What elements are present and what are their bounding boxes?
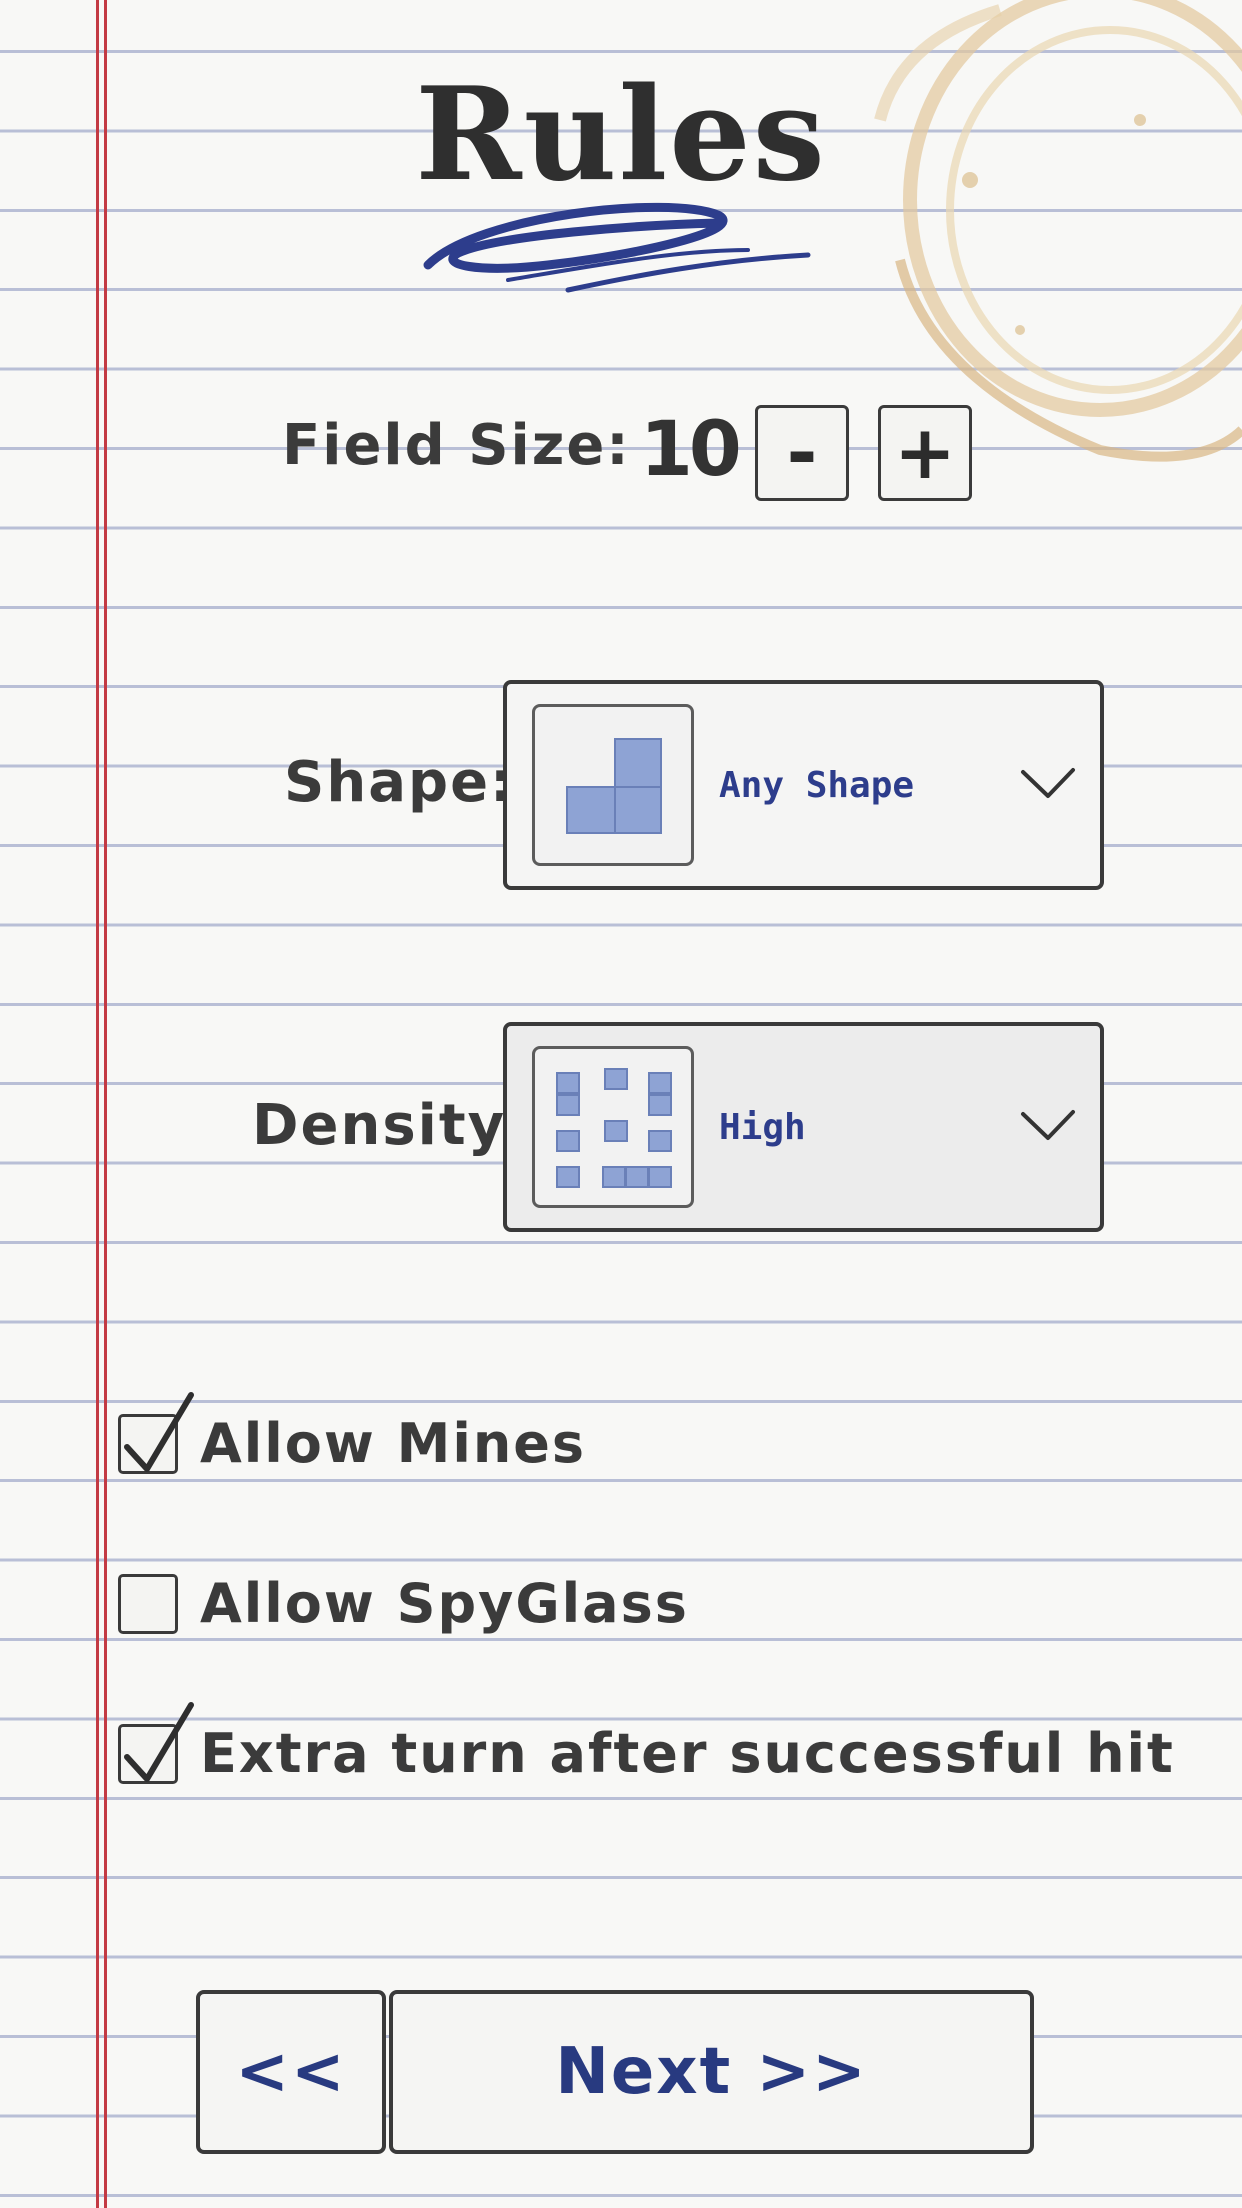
- chevron-down-icon: [1021, 1110, 1075, 1140]
- allow-spyglass-label: Allow SpyGlass: [200, 1572, 689, 1635]
- shape-label: Shape:: [284, 750, 515, 815]
- checkmark-icon: [124, 1701, 194, 1782]
- minus-icon: -: [786, 410, 818, 496]
- page-title: Rules: [415, 60, 827, 210]
- chevron-down-icon: [1021, 768, 1075, 798]
- extra-turn-label: Extra turn after successful hit: [200, 1722, 1175, 1785]
- density-high-icon: [556, 1068, 672, 1188]
- density-thumbnail: [532, 1046, 694, 1208]
- margin-line: [104, 0, 107, 2208]
- shape-dropdown[interactable]: Any Shape: [503, 680, 1104, 890]
- allow-mines-option[interactable]: Allow Mines: [118, 1391, 587, 1475]
- field-size-increase-button[interactable]: +: [878, 405, 972, 501]
- next-button[interactable]: Next >>: [389, 1990, 1034, 2154]
- shape-selected-value: Any Shape: [719, 764, 915, 806]
- title-underline-scribble: [423, 202, 811, 293]
- field-size-label: Field Size:: [282, 413, 631, 478]
- density-selected-value: High: [719, 1106, 806, 1148]
- allow-mines-label: Allow Mines: [200, 1412, 587, 1475]
- extra-turn-checkbox[interactable]: [118, 1701, 194, 1784]
- field-size-value: 10: [640, 404, 742, 493]
- any-shape-icon: [566, 738, 662, 834]
- shape-thumbnail: [532, 704, 694, 866]
- allow-spyglass-checkbox[interactable]: [118, 1573, 178, 1634]
- allow-spyglass-option[interactable]: Allow SpyGlass: [118, 1572, 689, 1635]
- checkmark-icon: [124, 1391, 194, 1472]
- density-label: Density:: [252, 1093, 531, 1158]
- field-size-decrease-button[interactable]: -: [755, 405, 849, 501]
- margin-line: [96, 0, 99, 2208]
- density-dropdown[interactable]: High: [503, 1022, 1104, 1232]
- plus-icon: +: [893, 410, 956, 496]
- allow-mines-checkbox[interactable]: [118, 1391, 194, 1474]
- extra-turn-option[interactable]: Extra turn after successful hit: [118, 1701, 1175, 1785]
- back-button[interactable]: <<: [196, 1990, 386, 2154]
